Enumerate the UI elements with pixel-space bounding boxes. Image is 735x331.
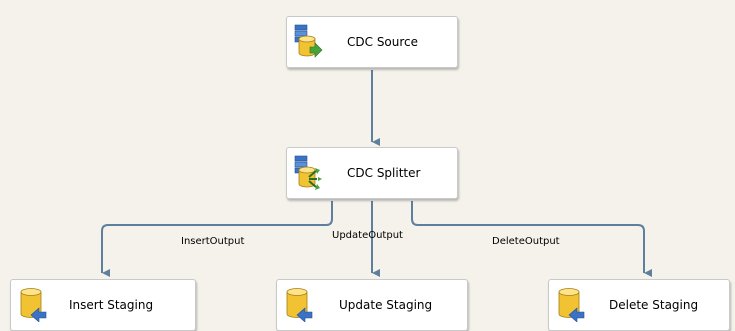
insert-output-label[interactable]: InsertOutput (181, 236, 244, 247)
insert-staging-label: Insert Staging (69, 298, 154, 312)
data-flow-canvas[interactable]: CDC Source CDC Splitter InsertOutput Upd… (0, 0, 735, 331)
update-staging-component[interactable]: Update Staging (276, 279, 468, 331)
update-output-label[interactable]: UpdateOutput (332, 230, 403, 241)
cdc-source-label: CDC Source (347, 35, 419, 49)
database-destination-icon (286, 288, 313, 322)
database-destination-icon (20, 288, 47, 322)
delete-output-label[interactable]: DeleteOutput (492, 236, 560, 247)
update-staging-label: Update Staging (339, 298, 433, 312)
cdc-splitter-component[interactable]: CDC Splitter (286, 147, 458, 199)
delete-staging-label: Delete Staging (609, 298, 699, 312)
cdc-source-component[interactable]: CDC Source (286, 16, 458, 68)
insert-staging-component[interactable]: Insert Staging (10, 279, 196, 331)
splitter-icon (294, 155, 322, 190)
database-destination-icon (558, 288, 585, 322)
delete-staging-component[interactable]: Delete Staging (548, 279, 730, 331)
data-source-icon (294, 24, 323, 58)
cdc-splitter-label: CDC Splitter (347, 166, 421, 180)
